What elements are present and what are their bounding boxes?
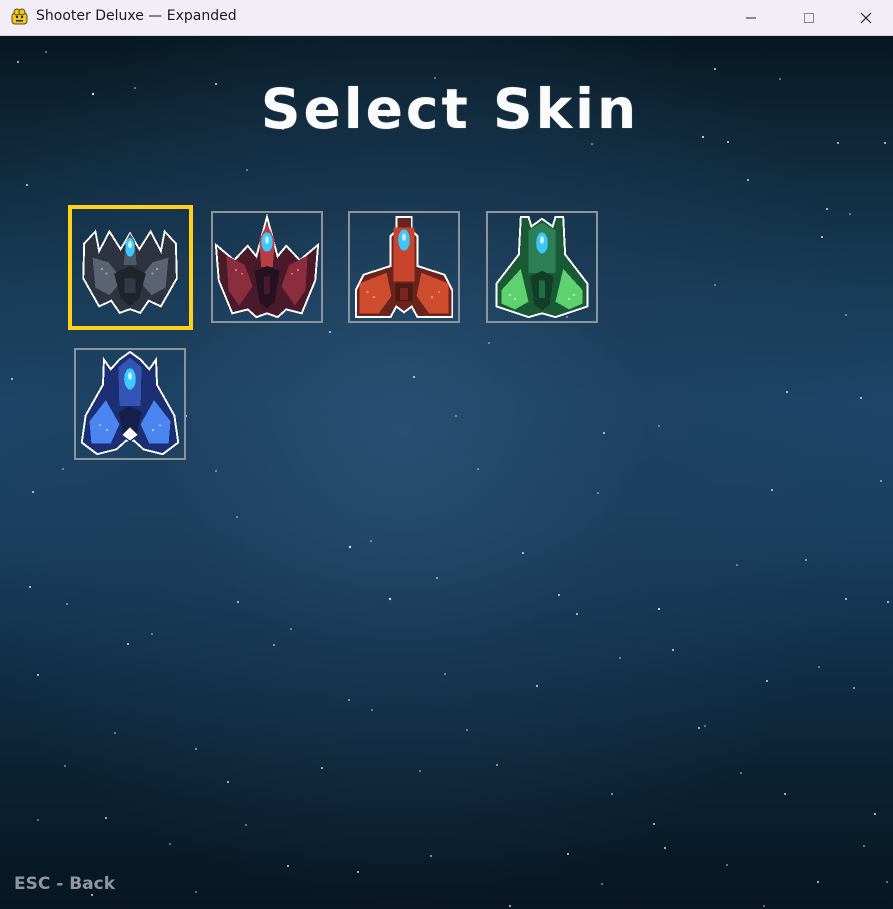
maximize-button[interactable] <box>781 0 837 35</box>
minimize-icon <box>746 17 756 18</box>
gray-fighter-ship-icon <box>82 229 178 315</box>
orange-fighter-ship-icon <box>354 215 454 319</box>
close-icon <box>860 12 872 23</box>
skin-option-green[interactable] <box>486 211 598 323</box>
skin-select-screen: Select Skin ESC - Back <box>0 36 893 909</box>
blue-fighter-ship-icon <box>80 350 180 456</box>
crimson-fighter-ship-icon <box>214 213 320 319</box>
maximize-icon <box>804 12 814 23</box>
pygame-snake-icon <box>10 7 29 26</box>
green-fighter-ship-icon <box>495 215 589 319</box>
back-hint: ESC - Back <box>14 874 116 894</box>
starfield-background <box>11 51 889 907</box>
skin-option-crimson[interactable] <box>211 211 323 323</box>
window-title: Shooter Deluxe — Expanded <box>36 8 237 24</box>
game-window: Shooter Deluxe — Expanded Select Skin ES… <box>0 0 893 909</box>
screen-heading: Select Skin <box>260 77 640 141</box>
close-button[interactable] <box>838 0 893 35</box>
skin-option-orange[interactable] <box>348 211 460 323</box>
title-bar: Shooter Deluxe — Expanded <box>0 0 893 36</box>
skin-option-gray-selected[interactable] <box>68 205 193 330</box>
skin-option-blue[interactable] <box>74 348 186 460</box>
minimize-button[interactable] <box>723 0 779 35</box>
